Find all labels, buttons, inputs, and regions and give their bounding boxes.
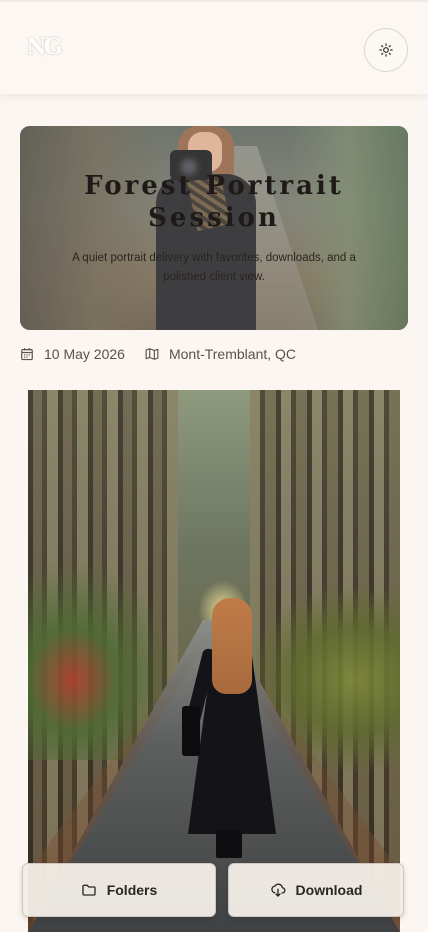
calendar-icon bbox=[21, 348, 33, 361]
gallery-meta: 10 May 2026 Mont-Tremblant, QC bbox=[20, 344, 296, 364]
sun-icon bbox=[379, 43, 393, 57]
gallery-title: Forest Portrait Session bbox=[84, 171, 344, 233]
meta-location-text: Mont-Tremblant, QC bbox=[168, 346, 297, 362]
cloud-download-icon bbox=[270, 883, 286, 897]
logo-mark: NG bbox=[26, 33, 63, 60]
meta-location: Mont-Tremblant, QC bbox=[145, 346, 296, 362]
folder-icon bbox=[82, 884, 96, 896]
gallery-description: A quiet portrait delivery with favorites… bbox=[72, 252, 356, 283]
logo-tagline: ········· bbox=[37, 58, 49, 63]
map-icon bbox=[145, 348, 159, 360]
photo-subject bbox=[174, 598, 284, 858]
folders-label: Folders bbox=[106, 882, 158, 898]
app-header: NG ········· bbox=[0, 0, 428, 94]
download-label: Download bbox=[295, 882, 363, 898]
meta-date: 10 May 2026 bbox=[20, 346, 125, 362]
folders-button[interactable]: Folders bbox=[22, 863, 216, 917]
theme-toggle-button[interactable] bbox=[364, 28, 408, 72]
bottom-action-bar: Folders Download bbox=[22, 863, 404, 917]
hero-banner: Forest Portrait Session A quiet portrait… bbox=[20, 126, 408, 330]
gallery-photo[interactable] bbox=[28, 390, 400, 932]
meta-date-text: 10 May 2026 bbox=[44, 346, 125, 362]
brand-logo[interactable]: NG ········· bbox=[24, 33, 63, 65]
download-button[interactable]: Download bbox=[228, 863, 404, 917]
